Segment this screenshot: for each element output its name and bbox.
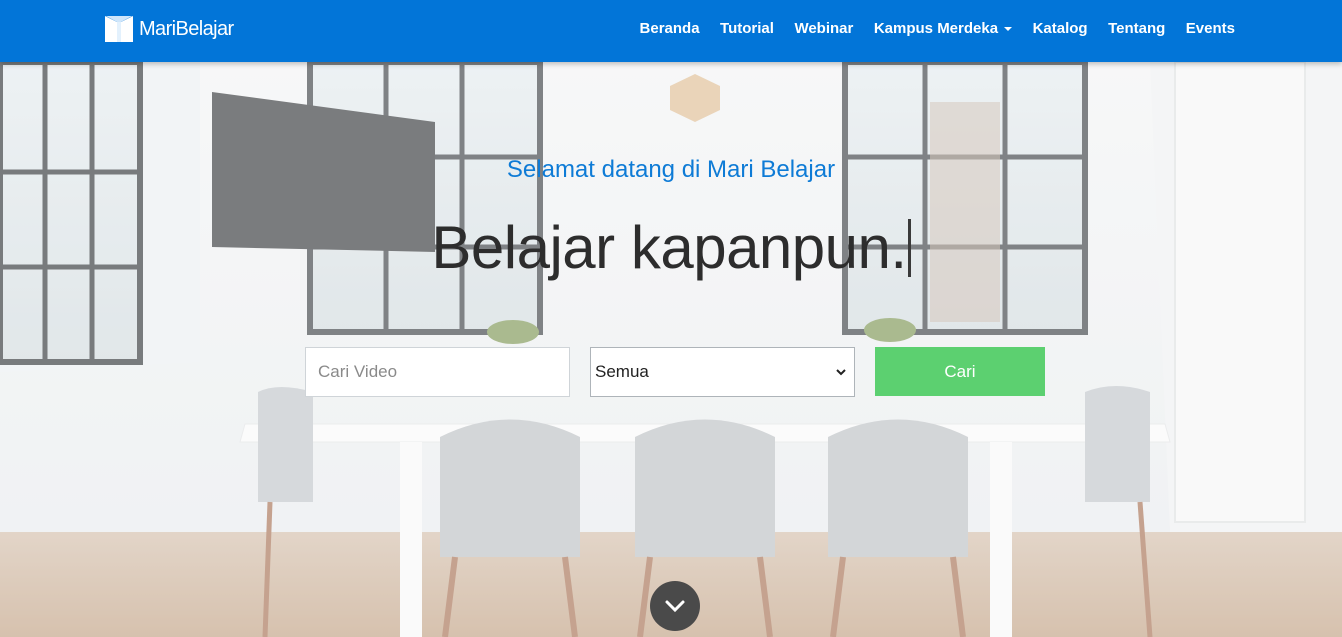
nav-item-events[interactable]: Events [1186,20,1235,37]
caret-down-icon [1004,27,1013,31]
typing-cursor [907,219,911,277]
nav-item-tentang[interactable]: Tentang [1108,20,1165,37]
nav-item-kampus-merdeka-dropdown[interactable]: Kampus Merdeka [873,19,1013,37]
top-navbar: MariBelajar Beranda Tutorial Webinar Kam… [0,0,1342,62]
nav-item-beranda[interactable]: Beranda [640,20,700,37]
hero-headline: Belajar kapanpun. [0,212,1342,284]
brand-name: MariBelajar [139,18,234,40]
video-search-input[interactable] [305,347,570,397]
category-select[interactable]: Semua [590,347,855,397]
category-select-value: Semua [595,362,649,381]
chevron-down-icon [836,369,846,376]
welcome-subtitle: Selamat datang di Mari Belajar [506,156,836,183]
maribelajar-logo-icon [105,16,133,42]
main-nav: Beranda Tutorial Webinar Kampus Merdeka … [619,0,1235,56]
nav-label: Tentang [1108,19,1166,37]
typed-headline-text: Belajar kapanpun. [431,214,907,281]
nav-label: Tutorial [720,19,774,37]
nav-item-webinar[interactable]: Webinar [794,20,853,37]
nav-label: Kampus Merdeka [873,19,999,37]
nav-item-tutorial[interactable]: Tutorial [720,20,774,37]
scroll-down-button[interactable] [650,581,700,631]
nav-label: Beranda [639,19,700,37]
nav-label: Katalog [1032,19,1088,37]
nav-item-katalog[interactable]: Katalog [1033,20,1088,37]
nav-label: Webinar [794,19,854,37]
chevron-down-icon [665,600,685,613]
brand-link[interactable]: MariBelajar [105,16,234,42]
nav-label: Events [1185,19,1235,37]
search-button[interactable]: Cari [875,347,1045,396]
